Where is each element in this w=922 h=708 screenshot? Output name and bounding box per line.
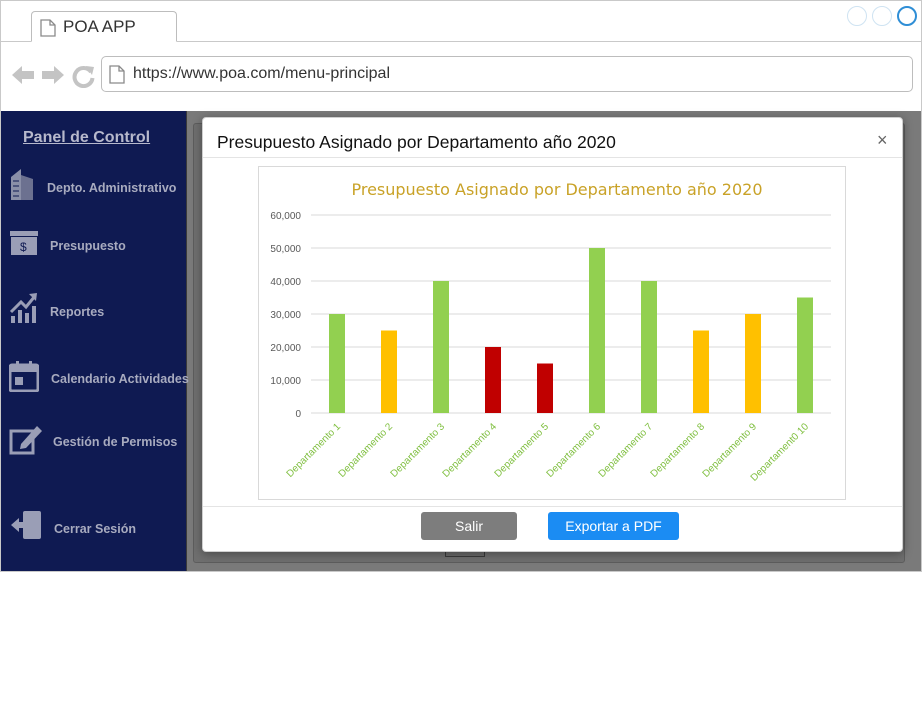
sidebar-item-depto-administrativo[interactable]: Depto. Administrativo — [1, 163, 187, 213]
x-tick-label: Departamento 7 — [597, 421, 656, 480]
document-icon — [40, 19, 56, 37]
sidebar-item-calendario[interactable]: Calendario Actividades — [1, 354, 189, 404]
modal-header: Presupuesto Asignado por Departamento añ… — [203, 118, 902, 158]
chart-canvas: Presupuesto Asignado por Departamento añ… — [270, 180, 831, 484]
y-tick-label: 50,000 — [270, 244, 301, 255]
money-icon: $ — [10, 231, 38, 255]
x-tick-label: Departamento 6 — [545, 421, 604, 480]
sidebar-item-label: Calendario Actividades — [51, 372, 189, 386]
sidebar-item-reportes[interactable]: Reportes — [1, 287, 187, 337]
export-pdf-button[interactable]: Exportar a PDF — [548, 512, 679, 540]
forward-arrow-icon[interactable] — [41, 64, 65, 86]
url-text: https://www.poa.com/menu-principal — [133, 65, 390, 82]
maximize-button[interactable] — [872, 6, 892, 26]
y-tick-label: 30,000 — [270, 310, 301, 321]
exit-button[interactable]: Salir — [421, 512, 517, 540]
y-tick-label: 60,000 — [270, 211, 301, 222]
chart-modal: Presupuesto Asignado por Departamento añ… — [202, 117, 903, 552]
bar — [745, 314, 761, 413]
x-tick-label: Departamento 2 — [337, 421, 396, 480]
chart-title: Presupuesto Asignado por Departamento añ… — [351, 180, 762, 199]
modal-title: Presupuesto Asignado por Departamento añ… — [217, 132, 616, 152]
x-tick-label: Departamento 8 — [649, 421, 708, 480]
sidebar-item-label: Presupuesto — [50, 239, 126, 253]
x-tick-label: Departamento 4 — [441, 421, 500, 480]
sidebar-item-presupuesto[interactable]: $ Presupuesto — [1, 221, 187, 271]
y-tick-label: 10,000 — [270, 376, 301, 387]
close-window-button[interactable] — [897, 6, 917, 26]
y-tick-label: 20,000 — [270, 343, 301, 354]
address-bar[interactable]: https://www.poa.com/menu-principal — [101, 56, 913, 92]
back-arrow-icon[interactable] — [11, 64, 35, 86]
tab-title: POA APP — [63, 17, 136, 36]
x-tick-label: Departament0 10 — [749, 421, 812, 484]
sidebar-item-label: Cerrar Sesión — [54, 522, 136, 536]
close-icon[interactable]: × — [877, 130, 888, 151]
edit-icon — [9, 426, 42, 455]
navigation-bar: https://www.poa.com/menu-principal — [1, 42, 921, 110]
sidebar-item-label: Reportes — [50, 305, 105, 319]
bar — [589, 248, 605, 413]
y-tick-label: 40,000 — [270, 277, 301, 288]
minimize-button[interactable] — [847, 6, 867, 26]
bar — [537, 363, 553, 413]
sidebar-item-label: Gestión de Permisos — [53, 435, 178, 449]
sidebar-title[interactable]: Panel de Control — [23, 129, 150, 147]
tab-bar: POA APP — [1, 1, 921, 42]
reload-icon[interactable] — [72, 64, 96, 88]
sidebar-item-label: Depto. Administrativo — [47, 181, 177, 195]
bar — [433, 281, 449, 413]
building-icon — [11, 169, 33, 200]
y-tick-label: 0 — [295, 409, 301, 420]
bar — [381, 330, 397, 413]
bar-chart: Presupuesto Asignado por Departamento añ… — [258, 166, 846, 500]
bar — [485, 347, 501, 413]
browser-tab[interactable]: POA APP — [31, 11, 177, 42]
bar — [329, 314, 345, 413]
bar — [693, 330, 709, 413]
logout-icon — [11, 511, 41, 539]
sidebar-item-cerrar-sesion[interactable]: Cerrar Sesión — [1, 504, 187, 554]
modal-footer: Salir Exportar a PDF — [203, 506, 902, 551]
sidebar: Panel de Control Depto. Administrativo $… — [1, 111, 189, 571]
bar — [641, 281, 657, 413]
x-tick-label: Departamento 3 — [389, 421, 448, 480]
x-tick-label: Departamento 1 — [285, 421, 344, 480]
svg-text:$: $ — [20, 240, 27, 254]
x-tick-label: Departamento 5 — [493, 421, 552, 480]
sidebar-item-gestion-permisos[interactable]: Gestión de Permisos — [1, 417, 187, 467]
x-tick-label: Departamento 9 — [701, 421, 760, 480]
page-icon — [109, 65, 125, 84]
calendar-icon — [9, 361, 39, 392]
chart-up-icon — [9, 293, 37, 323]
bar — [797, 297, 813, 413]
